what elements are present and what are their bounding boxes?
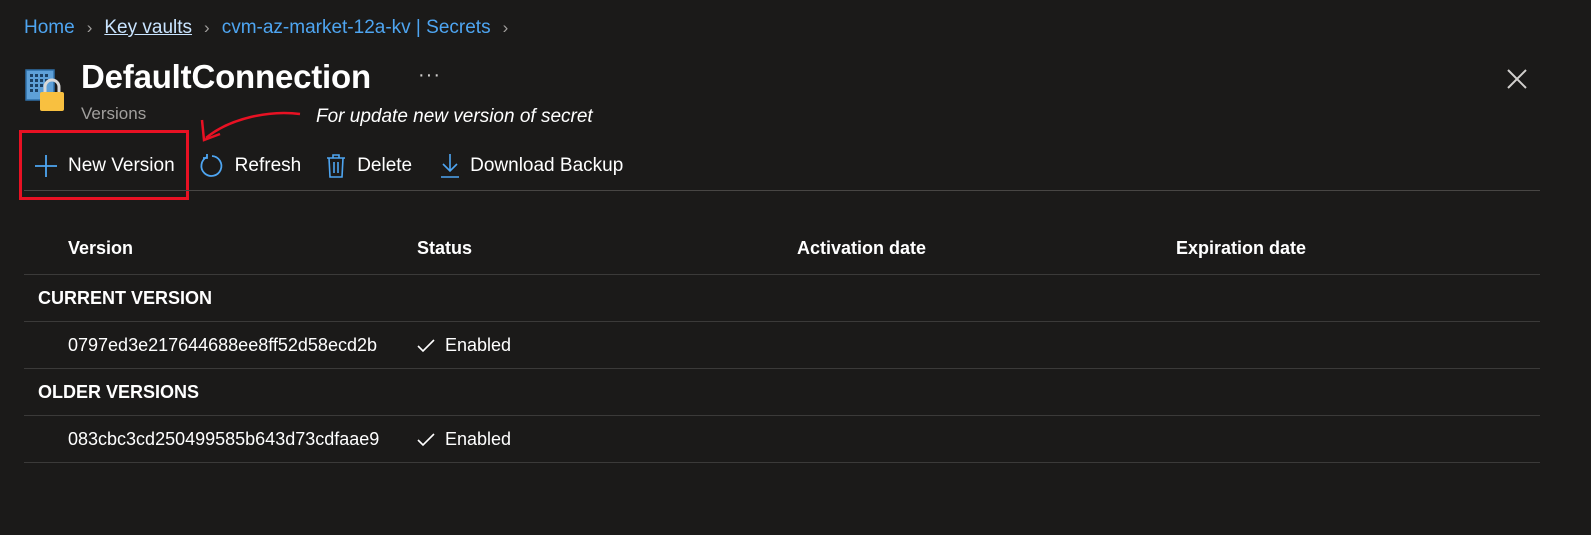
status-text: Enabled [445,335,512,355]
status-text: Enabled [445,429,512,449]
chevron-right-icon: › [502,18,509,37]
download-backup-label: Download Backup [470,155,624,176]
column-header-status[interactable]: Status [417,238,472,259]
breadcrumb-home[interactable]: Home [24,17,75,39]
group-row-older-versions: OLDER VERSIONS [24,369,1540,416]
close-icon[interactable] [1504,66,1530,92]
versions-table: Version Status Activation date Expiratio… [24,226,1540,463]
command-bar: New Version Refresh Delete Download Back… [34,147,623,185]
trash-icon [327,154,346,178]
refresh-icon [200,154,222,177]
table-header-row: Version Status Activation date Expiratio… [24,226,1540,275]
download-backup-button[interactable]: Download Backup [440,153,623,179]
delete-button[interactable]: Delete [325,153,412,179]
version-id[interactable]: 0797ed3e217644688ee8ff52d58ecd2b [68,335,377,356]
column-header-version[interactable]: Version [68,238,133,259]
toolbar-divider [24,190,1540,191]
table-row[interactable]: 0797ed3e217644688ee8ff52d58ecd2b Enabled [24,322,1540,369]
annotation-text: For update new version of secret [316,106,593,127]
secret-versions-page: Home › Key vaults › cvm-az-market-12a-kv… [0,0,1591,535]
chevron-right-icon: › [204,18,210,37]
refresh-button[interactable]: Refresh [199,153,302,179]
delete-label: Delete [357,155,413,176]
group-label: OLDER VERSIONS [38,382,200,402]
key-vault-icon [25,69,64,111]
breadcrumb-key-vaults[interactable]: Key vaults [104,17,192,39]
column-header-activation-date[interactable]: Activation date [797,238,926,259]
status-cell: Enabled [417,429,511,450]
column-header-expiration-date[interactable]: Expiration date [1176,238,1306,259]
plus-icon [35,155,57,177]
page-title: DefaultConnection [81,58,371,95]
table-row[interactable]: 083cbc3cd250499585b643d73cdfaae9 Enabled [24,416,1540,463]
group-row-current-version: CURRENT VERSION [24,275,1540,322]
version-id[interactable]: 083cbc3cd250499585b643d73cdfaae9 [68,429,379,450]
page-subtitle: Versions [81,104,147,123]
new-version-button[interactable]: New Version [34,154,175,178]
more-options-button[interactable]: ··· [418,64,441,87]
check-icon [417,432,435,446]
download-icon [441,154,460,178]
status-cell: Enabled [417,335,511,356]
check-icon [417,338,435,352]
chevron-right-icon: › [86,18,93,37]
breadcrumb: Home › Key vaults › cvm-az-market-12a-kv… [24,17,520,39]
refresh-label: Refresh [234,155,302,176]
new-version-label: New Version [68,155,175,176]
breadcrumb-secrets[interactable]: cvm-az-market-12a-kv | Secrets [222,17,491,39]
group-label: CURRENT VERSION [38,288,213,308]
